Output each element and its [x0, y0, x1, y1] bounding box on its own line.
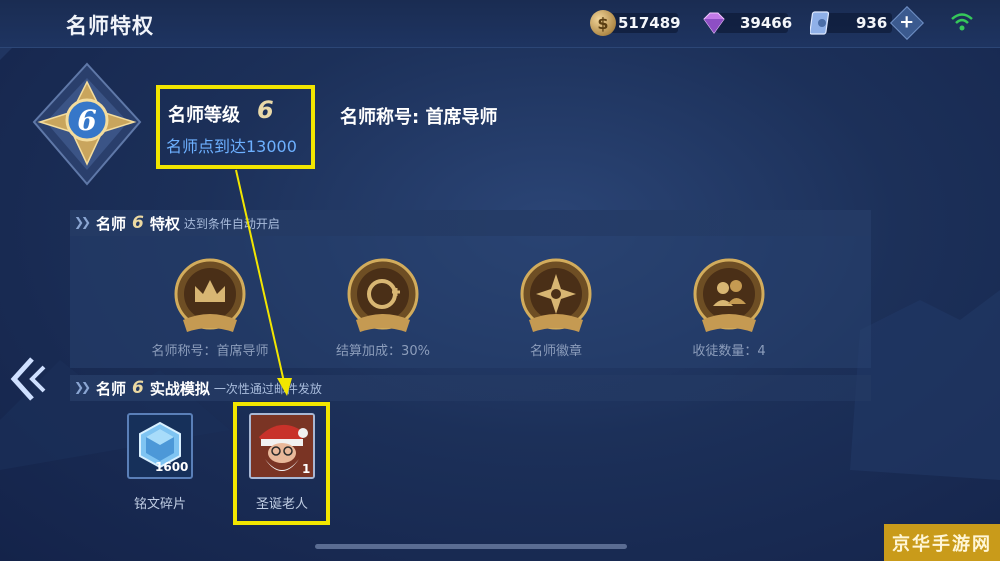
- privilege-head-prefix: 名师: [96, 214, 127, 233]
- crown-icon[interactable]: [165, 252, 255, 342]
- home-indicator[interactable]: [315, 544, 627, 549]
- simulation-section-header: ❯❯ 名师 6 实战模拟 一次性通过邮件发放: [70, 375, 871, 401]
- section-chevron-icon: ❯❯: [74, 380, 91, 394]
- reward-label-inscription: 铭文碎片: [133, 497, 186, 512]
- perk-label-title: 名师称号：首席导师: [151, 344, 269, 359]
- privilege-section-header: ❯❯ 名师 6 特权 达到条件自动开启: [70, 210, 871, 236]
- svg-text:6: 6: [77, 104, 96, 137]
- mentor-level-badge: 6: [32, 62, 142, 186]
- mentor-title: 名师称号: 首席导师: [340, 107, 498, 128]
- section-chevron-icon: ❯❯: [74, 215, 91, 229]
- mentor-level-label: 名师等级: [168, 105, 240, 126]
- level-requirement: 名师点到达13000: [166, 137, 297, 156]
- simulation-head-prefix: 名师: [96, 379, 127, 398]
- badge-icon[interactable]: [511, 252, 601, 342]
- back-arrow-icon[interactable]: [10, 355, 50, 403]
- simulation-head-level: 6: [132, 378, 144, 398]
- diamond-icon: [703, 12, 725, 34]
- coin-counter: $ 517489: [590, 10, 681, 36]
- perk-label-bonus: 结算加成：30%: [336, 344, 430, 359]
- ticket-counter: 936 +: [810, 6, 925, 40]
- page-title: 名师特权: [66, 14, 154, 38]
- apprentice-icon[interactable]: [684, 252, 774, 342]
- add-ticket-button[interactable]: +: [890, 6, 925, 40]
- privilege-note: 达到条件自动开启: [183, 216, 280, 231]
- coin-value: 517489: [618, 14, 681, 32]
- top-bar: 名师特权 $ 517489 39466 936 +: [0, 0, 1000, 48]
- perk-label-apprentice: 收徒数量：4: [692, 344, 766, 359]
- ticket-value: 936: [856, 14, 888, 32]
- ticket-icon: [810, 11, 830, 35]
- simulation-note: 一次性通过邮件发放: [213, 381, 322, 396]
- privilege-head-suffix: 特权: [149, 214, 180, 233]
- perk-label-badge: 名师徽章: [529, 344, 582, 359]
- reward-label-santa: 圣诞老人: [255, 497, 308, 512]
- privilege-head-level: 6: [132, 213, 144, 233]
- coin-bonus-icon[interactable]: [338, 252, 428, 342]
- wifi-icon: [951, 13, 973, 31]
- simulation-head-suffix: 实战模拟: [149, 379, 210, 398]
- coin-icon: $: [590, 10, 616, 36]
- gem-counter: 39466: [700, 10, 792, 36]
- mentor-level-number: 6: [257, 96, 274, 124]
- watermark-logo: 京华手游网: [884, 524, 1000, 561]
- gem-value: 39466: [740, 14, 793, 32]
- inscription-count: 1600: [155, 460, 189, 474]
